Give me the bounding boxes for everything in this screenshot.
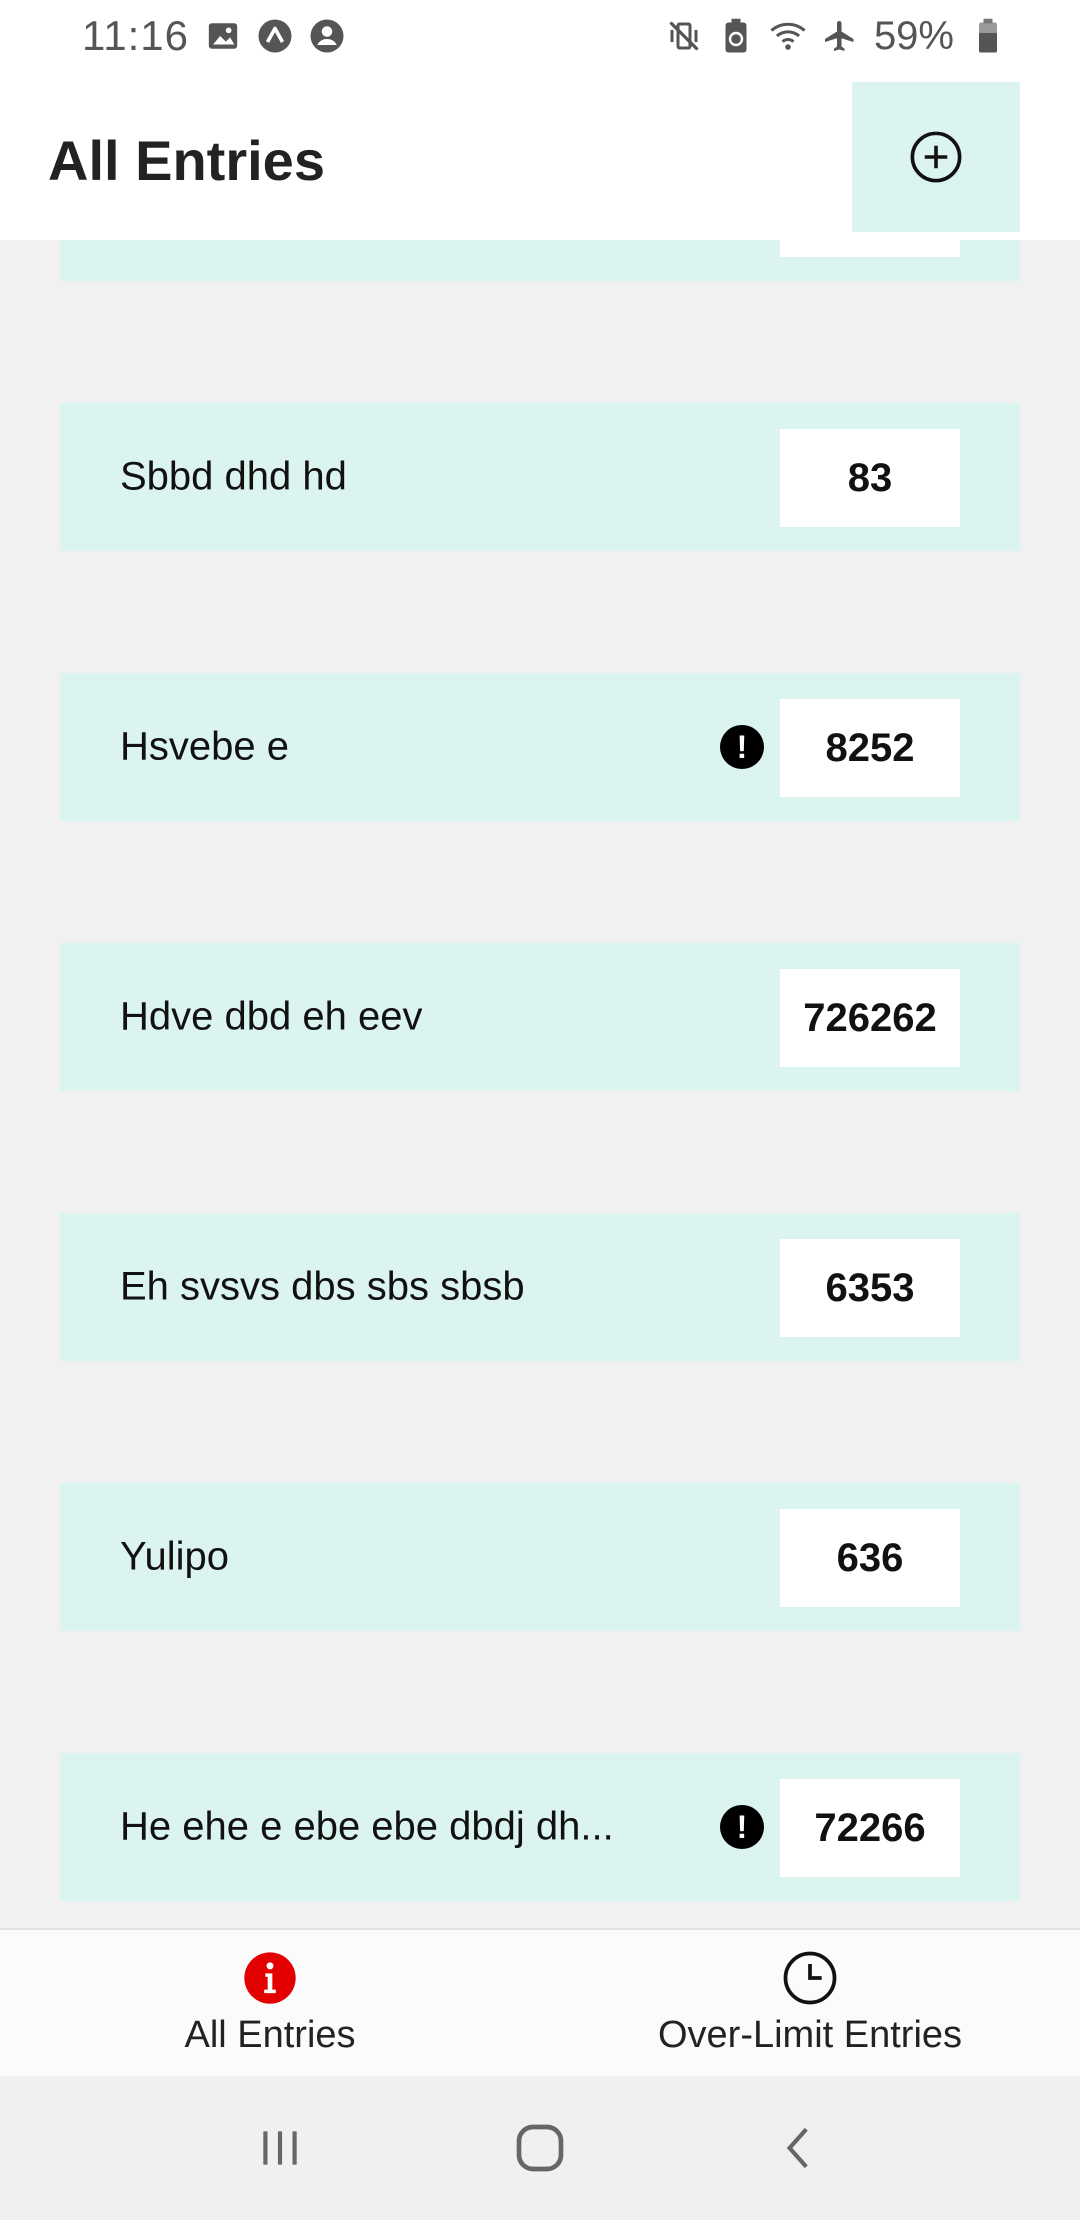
clock-icon [782, 1950, 838, 2006]
entry-row[interactable]: Hsvebe e! 8252 [60, 673, 1020, 821]
status-bar-right: 59% [666, 14, 1006, 59]
alert-icon: ! [720, 725, 764, 769]
tab-all-entries[interactable]: All Entries [0, 1930, 540, 2076]
entries-container: Hsve shs shs sbs sbs sb...!726252 Sbbd dh… [60, 240, 1020, 1928]
screen: 11:16 59% All Entries Sbbd dhd hd 83 Hsv… [0, 0, 1080, 2220]
entry-name: Hdve dbd eh eev [120, 994, 423, 1039]
entry-name: He ehe e ebe ebe dbdj dh... [120, 1804, 614, 1849]
system-nav-bar [0, 2076, 1080, 2220]
entry-value: 726262 [780, 969, 960, 1067]
wifi-icon [770, 18, 806, 54]
battery-percentage: 59% [873, 13, 954, 58]
battery-saver-icon [718, 18, 754, 54]
info-icon [242, 1950, 298, 2006]
status-bar-left: 11:16 [82, 12, 345, 60]
airplane-mode-icon [822, 18, 858, 54]
status-time: 11:16 [82, 12, 189, 59]
tab-label: All Entries [184, 2013, 356, 2056]
back-button[interactable] [760, 2108, 840, 2188]
entry-row[interactable]: Hdve dbd eh eev 726262 [60, 943, 1020, 1091]
alert-icon: ! [720, 1805, 764, 1849]
recent-apps-button[interactable] [240, 2108, 320, 2188]
entry-value: 72266 [780, 1779, 960, 1877]
recent-apps-icon [263, 2131, 297, 2165]
entry-row[interactable]: Eh svsvs dbs sbs sbsb 6353 [60, 1213, 1020, 1361]
battery-icon [970, 18, 1006, 54]
image-icon [205, 18, 241, 54]
entry-row[interactable]: Sbbd dhd hd 83 [60, 403, 1020, 551]
page-title: All Entries [48, 129, 325, 192]
entry-row[interactable]: Yulipo 636 [60, 1483, 1020, 1631]
entry-name: Sbbd dhd hd [120, 454, 347, 499]
entries-list[interactable]: Hsve shs shs sbs sbs sb...!726252 Sbbd dh… [0, 240, 1080, 1928]
vibrate-mute-icon [666, 18, 702, 54]
tab-label: Over-Limit Entries [657, 2013, 963, 2056]
back-icon [786, 2127, 808, 2169]
app-icon [257, 18, 293, 54]
entry-value: 6353 [780, 1239, 960, 1337]
entry-value: 726252 [780, 240, 960, 257]
tab-over-limit-entries[interactable]: Over-Limit Entries [540, 1930, 1080, 2076]
entry-row[interactable]: He ehe e ebe ebe dbdj dh...! 72266 [60, 1753, 1020, 1901]
home-icon [516, 2124, 564, 2172]
entry-name: Yulipo [120, 1534, 229, 1579]
entry-name: Hsvebe e [120, 724, 289, 769]
home-button[interactable] [500, 2108, 580, 2188]
entry-value: 8252 [780, 699, 960, 797]
bottom-tab-bar: All Entries Over-Limit Entries [0, 1928, 1080, 2076]
entry-value: 83 [780, 429, 960, 527]
entry-value: 636 [780, 1509, 960, 1607]
app-header: All Entries [0, 72, 1080, 240]
add-entry-button[interactable] [852, 82, 1020, 232]
entry-name: Eh svsvs dbs sbs sbsb [120, 1264, 525, 1309]
entry-row[interactable]: Hsve shs shs sbs sbs sb...!726252 [60, 240, 1020, 281]
plus-circle-icon [910, 131, 962, 183]
account-icon [309, 18, 345, 54]
status-bar: 11:16 59% [0, 0, 1080, 72]
